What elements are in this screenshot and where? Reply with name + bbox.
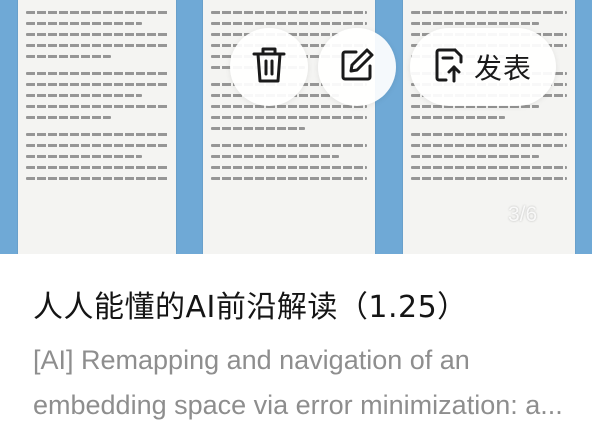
trash-icon [251, 45, 287, 89]
delete-button[interactable] [230, 28, 308, 106]
note-card[interactable]: 发表 3/6 人人能懂的AI前沿解读（1.25） [AI] Remapping … [0, 0, 592, 442]
publish-icon [434, 47, 464, 87]
edit-icon [339, 47, 375, 87]
publish-button[interactable]: 发表 [410, 28, 556, 106]
preview-page-1 [18, 0, 176, 254]
edit-button[interactable] [318, 28, 396, 106]
image-preview-strip[interactable]: 发表 3/6 [0, 0, 592, 254]
note-summary: [AI] Remapping and navigation of an embe… [33, 345, 563, 420]
publish-label: 发表 [474, 52, 533, 85]
page-indicator: 3/6 [508, 203, 538, 226]
note-title: 人人能懂的AI前沿解读（1.25） [33, 290, 468, 325]
